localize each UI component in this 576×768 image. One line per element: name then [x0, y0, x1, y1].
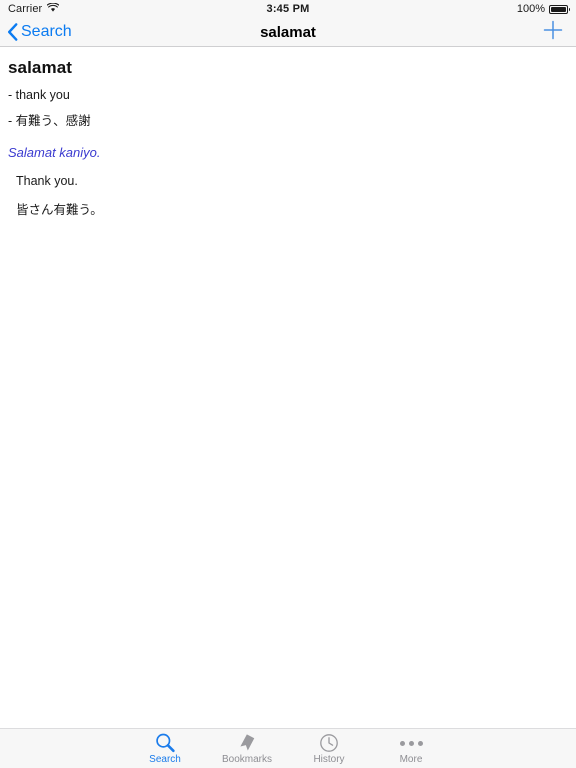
- navigation-bar: Search salamat: [0, 18, 576, 47]
- app-root: Carrier 3:45 PM 100% Search salamat sala…: [0, 0, 576, 768]
- back-button[interactable]: Search: [0, 23, 72, 41]
- clock-icon: [318, 733, 340, 753]
- tab-bookmarks-label: Bookmarks: [221, 754, 272, 765]
- entry-content: salamat - thank you - 有難う、感謝 Salamat kan…: [0, 47, 576, 728]
- bookmark-icon: [236, 733, 258, 753]
- tab-bar: Search Bookmarks History More: [0, 728, 576, 768]
- status-bar-left: Carrier: [8, 2, 60, 16]
- battery-percent-label: 100%: [516, 3, 545, 15]
- magnifier-icon: [154, 733, 176, 753]
- ellipsis-icon: [399, 733, 423, 753]
- status-bar-clock: 3:45 PM: [266, 3, 310, 15]
- entry-headword: salamat: [8, 58, 73, 77]
- tab-more[interactable]: More: [370, 729, 452, 768]
- plus-icon: [543, 20, 563, 45]
- tab-search-label: Search: [149, 754, 181, 765]
- entry-example-translation: Thank you.: [16, 174, 78, 189]
- add-button[interactable]: [543, 20, 576, 45]
- entry-sense: - thank you: [8, 88, 70, 102]
- status-bar-right: 100%: [516, 3, 570, 15]
- status-bar: Carrier 3:45 PM 100%: [0, 0, 576, 18]
- wifi-icon: [46, 2, 60, 16]
- entry-example-translation: 皆さん有難う。: [16, 203, 103, 218]
- tab-history[interactable]: History: [288, 729, 370, 768]
- back-button-label: Search: [21, 23, 72, 40]
- tab-search[interactable]: Search: [124, 729, 206, 768]
- carrier-label: Carrier: [8, 3, 43, 15]
- chevron-left-icon: [7, 23, 18, 41]
- tab-more-label: More: [399, 754, 423, 765]
- entry-sense: - 有難う、感謝: [8, 113, 91, 128]
- battery-full-icon: [549, 4, 570, 14]
- entry-example: Salamat kaniyo.: [8, 144, 101, 160]
- tab-bookmarks[interactable]: Bookmarks: [206, 729, 288, 768]
- page-title: salamat: [260, 23, 316, 41]
- tab-history-label: History: [313, 754, 345, 765]
